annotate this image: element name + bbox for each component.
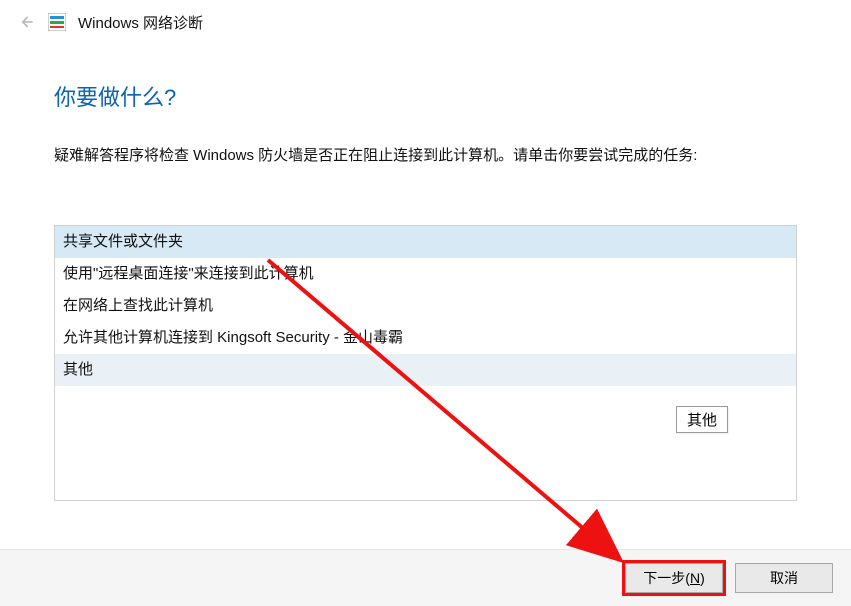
wizard-footer: 下一步(N) 取消: [0, 550, 851, 606]
options-listbox[interactable]: 共享文件或文件夹 使用"远程桌面连接"来连接到此计算机 在网络上查找此计算机 允…: [54, 225, 797, 501]
next-label-prefix: 下一步(: [643, 568, 690, 588]
option-remote-desktop[interactable]: 使用"远程桌面连接"来连接到此计算机: [55, 258, 796, 290]
page-description: 疑难解答程序将检查 Windows 防火墙是否正在阻止连接到此计算机。请单击你要…: [54, 142, 797, 169]
next-label-key: N: [690, 570, 700, 586]
option-other[interactable]: 其他: [55, 354, 796, 386]
back-arrow-icon: [14, 10, 38, 34]
cancel-button[interactable]: 取消: [735, 563, 833, 593]
app-icon: [48, 13, 66, 31]
option-share-files[interactable]: 共享文件或文件夹: [55, 226, 796, 258]
next-label-suffix: ): [700, 570, 705, 586]
window-title: Windows 网络诊断: [78, 12, 203, 33]
tooltip: 其他: [676, 406, 728, 433]
wizard-header: Windows 网络诊断: [0, 0, 851, 40]
option-allow-kingsoft[interactable]: 允许其他计算机连接到 Kingsoft Security - 金山毒霸: [55, 322, 796, 354]
next-button[interactable]: 下一步(N): [625, 563, 723, 593]
option-find-computer[interactable]: 在网络上查找此计算机: [55, 290, 796, 322]
page-heading: 你要做什么?: [54, 80, 797, 112]
